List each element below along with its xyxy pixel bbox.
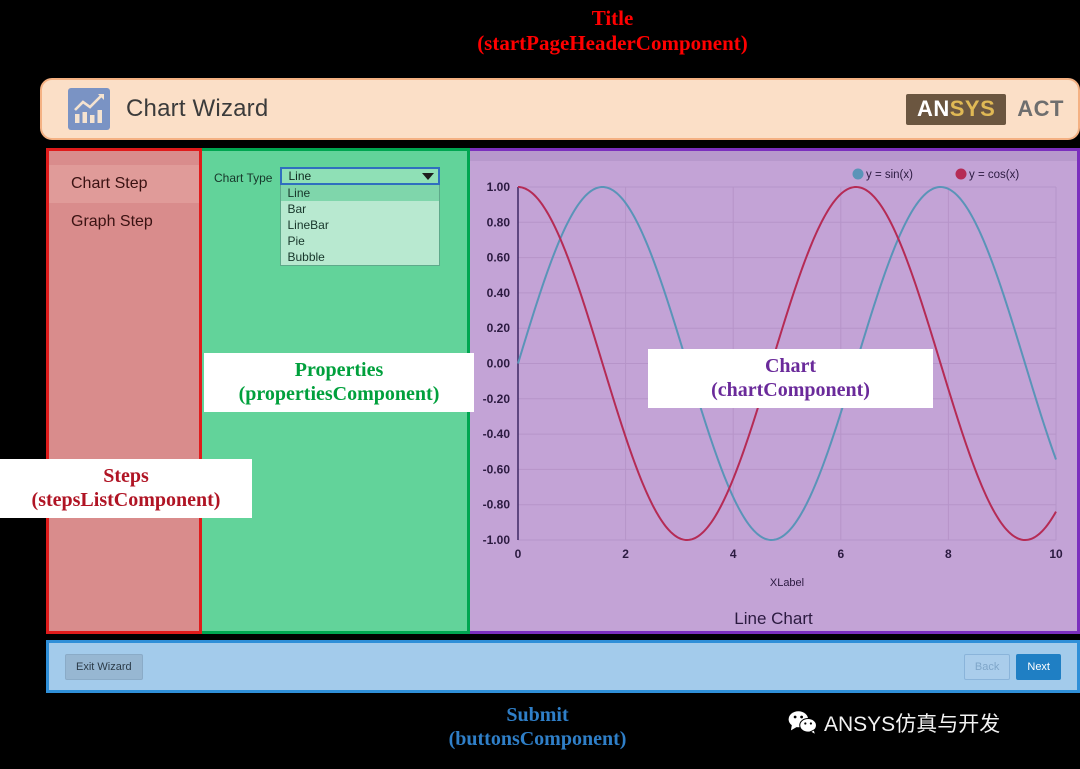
next-button[interactable]: Next bbox=[1016, 653, 1061, 680]
chart-type-label: Chart Type bbox=[214, 171, 273, 185]
ansys-logo-an: AN bbox=[916, 95, 950, 121]
annotation-steps: Steps (stepsListComponent) bbox=[0, 459, 252, 519]
svg-text:4: 4 bbox=[730, 547, 737, 561]
option-linebar[interactable]: LineBar bbox=[281, 217, 439, 233]
ansys-logo-sys: SYS bbox=[949, 95, 996, 121]
option-bubble[interactable]: Bubble bbox=[281, 249, 439, 265]
svg-text:1.00: 1.00 bbox=[487, 180, 511, 194]
option-line[interactable]: Line bbox=[281, 185, 440, 201]
chart-type-row: Chart Type Line Line Bar LineBar Pie Bub… bbox=[214, 167, 467, 266]
chevron-down-icon[interactable] bbox=[422, 172, 435, 180]
wechat-watermark: ANSYS仿真与开发 bbox=[788, 708, 1000, 738]
page-title: Chart Wizard bbox=[126, 95, 269, 122]
svg-text:0: 0 bbox=[515, 547, 522, 561]
ansys-logo: ANSYS bbox=[905, 93, 1007, 125]
svg-text:0.80: 0.80 bbox=[487, 215, 511, 229]
start-page-header: Chart Wizard ANSYS ACT bbox=[40, 78, 1080, 140]
svg-text:0.40: 0.40 bbox=[487, 286, 511, 300]
buttons-component: Exit Wizard Back Next bbox=[46, 640, 1080, 693]
act-label: ACT bbox=[1017, 96, 1064, 121]
svg-text:-0.20: -0.20 bbox=[483, 392, 511, 406]
svg-text:6: 6 bbox=[837, 547, 844, 561]
svg-text:-0.40: -0.40 bbox=[483, 427, 511, 441]
back-button[interactable]: Back bbox=[963, 653, 1011, 680]
svg-text:0.00: 0.00 bbox=[487, 357, 511, 371]
annotation-properties: Properties (propertiesComponent) bbox=[204, 353, 474, 413]
svg-text:8: 8 bbox=[945, 547, 952, 561]
chart-title: Line Chart bbox=[734, 609, 813, 628]
svg-text:XLabel: XLabel bbox=[770, 577, 804, 589]
svg-text:-0.60: -0.60 bbox=[483, 462, 511, 476]
annotation-submit: Submit (buttonsComponent) bbox=[448, 704, 627, 750]
wechat-icon bbox=[788, 711, 817, 736]
sidebar-item-chart-step[interactable]: Chart Step bbox=[49, 165, 199, 203]
svg-text:0.60: 0.60 bbox=[487, 251, 511, 265]
annotation-chart: Chart (chartComponent) bbox=[648, 349, 933, 409]
svg-text:-0.80: -0.80 bbox=[483, 498, 511, 512]
exit-wizard-button[interactable]: Exit Wizard bbox=[65, 653, 143, 680]
option-bar[interactable]: Bar bbox=[281, 201, 439, 217]
svg-text:10: 10 bbox=[1049, 547, 1063, 561]
wechat-watermark-text: ANSYS仿真与开发 bbox=[824, 713, 1001, 736]
annotation-title: Title (startPageHeaderComponent) bbox=[477, 6, 748, 55]
option-pie[interactable]: Pie bbox=[281, 233, 439, 249]
svg-text:0.20: 0.20 bbox=[487, 321, 511, 335]
svg-text:y = cos(x): y = cos(x) bbox=[969, 169, 1019, 181]
chart-type-select-box[interactable]: Line bbox=[280, 167, 441, 185]
svg-text:y = sin(x): y = sin(x) bbox=[866, 169, 913, 181]
chart-type-option-list[interactable]: Line Bar LineBar Pie Bubble bbox=[280, 185, 441, 266]
sidebar-item-graph-step[interactable]: Graph Step bbox=[49, 203, 199, 241]
chart-type-select[interactable]: Line Line Bar LineBar Pie Bubble bbox=[280, 167, 441, 266]
steps-list-component: Chart Step Graph Step bbox=[46, 148, 202, 634]
chart-bars-icon bbox=[68, 88, 110, 130]
svg-text:-1.00: -1.00 bbox=[483, 533, 511, 547]
svg-text:2: 2 bbox=[622, 547, 629, 561]
chart-type-value: Line bbox=[288, 169, 312, 183]
